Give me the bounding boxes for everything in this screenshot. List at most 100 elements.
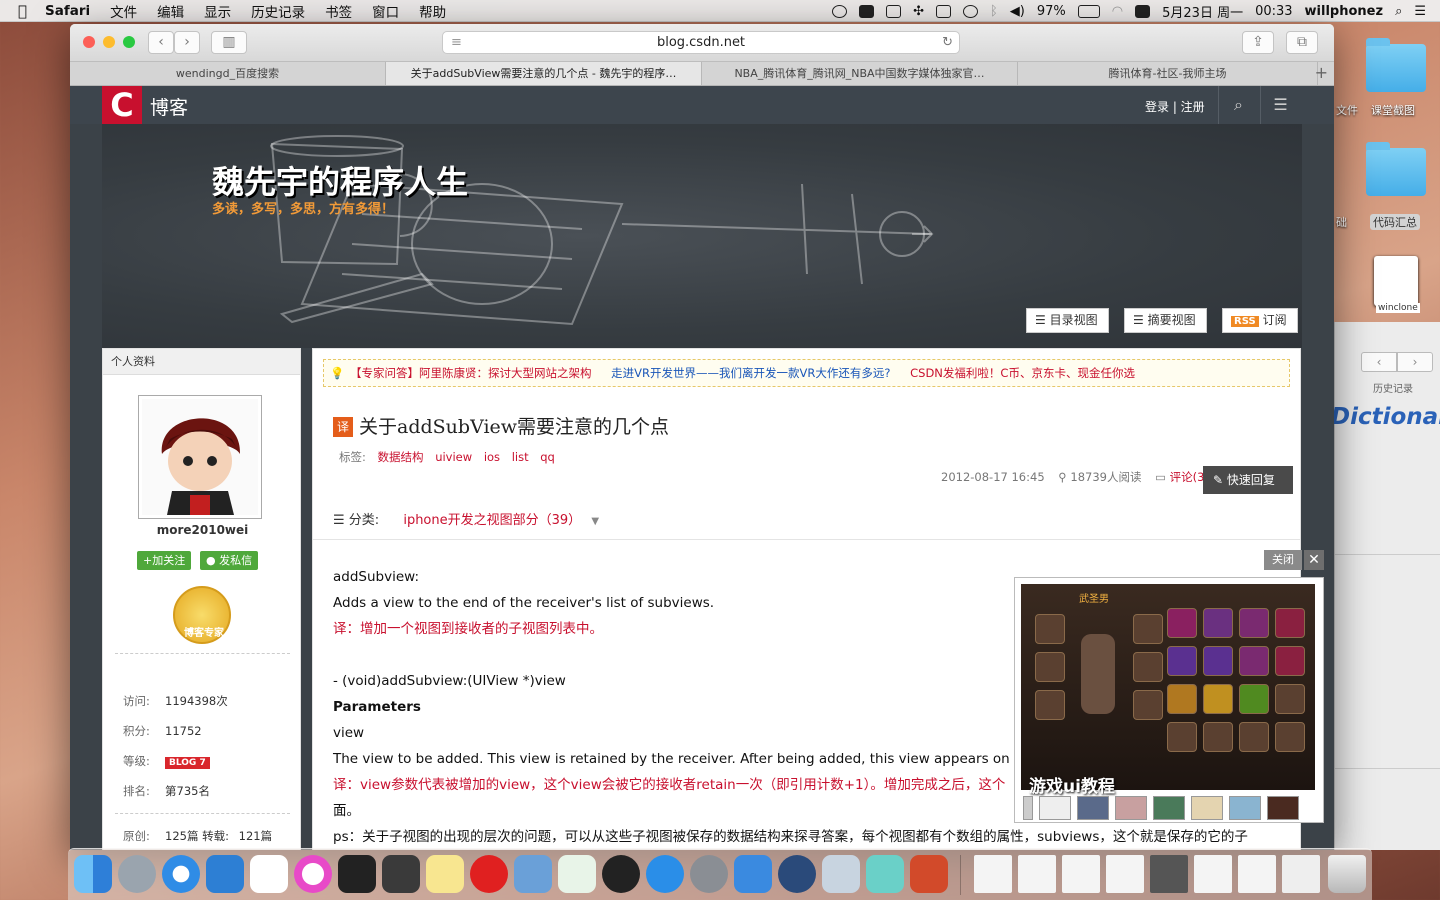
dropdown-arrow-icon[interactable]: ▼ <box>591 516 599 527</box>
catalog-view-button[interactable]: ☰ 目录视图 <box>1026 308 1109 333</box>
spotlight-icon[interactable]: ⌕ <box>1395 4 1402 19</box>
back-button[interactable]: ‹ <box>148 31 174 54</box>
ad-thumbnail[interactable] <box>1153 796 1185 820</box>
tag-link[interactable]: ios <box>484 450 500 464</box>
tab-baidu[interactable]: wendingd_百度搜索 <box>70 62 386 85</box>
quicktime-icon[interactable] <box>778 855 816 893</box>
folder-icon[interactable] <box>1366 142 1426 196</box>
ad-image[interactable]: 武圣男 游戏ui教程 <box>1021 584 1315 797</box>
sidebar-toggle-button[interactable]: ▥ <box>211 31 247 54</box>
share-button[interactable]: ⇪ <box>1242 31 1274 54</box>
tag-link[interactable]: uiview <box>435 450 472 464</box>
notes-icon[interactable] <box>426 855 464 893</box>
ad-thumbnail[interactable] <box>1229 796 1261 820</box>
url-text[interactable]: blog.csdn.net <box>657 35 745 50</box>
bluetooth-icon[interactable]: ᛒ <box>990 4 998 19</box>
finder-icon[interactable] <box>74 855 112 893</box>
tag-link[interactable]: 数据结构 <box>378 450 424 464</box>
avatar[interactable] <box>138 395 262 519</box>
new-tab-button[interactable]: + <box>1315 62 1328 84</box>
tab-csdn[interactable]: 关于addSubView需要注意的几个点 - 魏先宇的程序… <box>386 62 702 85</box>
launchpad-icon[interactable] <box>118 855 156 893</box>
wifi-icon[interactable]: ◠ <box>1112 4 1123 19</box>
xcode-icon[interactable] <box>206 855 244 893</box>
calendar-icon[interactable] <box>250 855 288 893</box>
system-preferences-icon[interactable] <box>690 855 728 893</box>
subscribe-button[interactable]: RSS 订阅 <box>1222 308 1298 333</box>
menu-file[interactable]: 文件 <box>110 1 137 21</box>
ad-thumbnail[interactable] <box>1115 796 1147 820</box>
notification-center-icon[interactable]: ☰ <box>1414 4 1426 19</box>
xcode-dev-icon[interactable] <box>734 855 772 893</box>
username[interactable]: more2010wei <box>103 523 302 537</box>
login-register-link[interactable]: 登录 | 注册 <box>1145 98 1205 115</box>
article-title-text[interactable]: 关于addSubView需要注意的几个点 <box>359 416 669 438</box>
safari-icon[interactable] <box>162 855 200 893</box>
back-button[interactable]: ‹ <box>1361 352 1397 372</box>
trash-icon[interactable] <box>1328 855 1366 893</box>
volume-icon[interactable]: ◀) <box>1010 4 1025 19</box>
forward-button[interactable]: › <box>1397 352 1433 372</box>
terminal-icon[interactable] <box>338 855 376 893</box>
search-icon[interactable]: ⌕ <box>1218 86 1258 124</box>
menu-window[interactable]: 窗口 <box>372 1 399 21</box>
battery-percent[interactable]: 97% <box>1037 4 1066 19</box>
reload-icon[interactable]: ↻ <box>942 32 953 53</box>
wechat-icon[interactable] <box>558 855 596 893</box>
mweb-icon[interactable] <box>866 855 904 893</box>
app-store-icon[interactable] <box>646 855 684 893</box>
minimized-window-icon[interactable] <box>1150 855 1188 893</box>
minimized-window-icon[interactable] <box>1194 855 1232 893</box>
forward-button[interactable]: › <box>174 31 200 54</box>
menu-user[interactable]: willphonez <box>1305 4 1384 19</box>
tab-nba[interactable]: NBA_腾讯体育_腾讯网_NBA中国数字媒体独家官… <box>702 62 1018 85</box>
tabs-overview-button[interactable]: ⧉ <box>1286 31 1318 54</box>
preview-icon[interactable] <box>822 855 860 893</box>
calculator-grid-icon[interactable] <box>1282 855 1320 893</box>
ad-thumbnail[interactable] <box>1023 796 1033 820</box>
menu-help[interactable]: 帮助 <box>419 1 446 21</box>
network-status-icon[interactable] <box>886 4 902 18</box>
pinwheel-status-icon[interactable]: ✣ <box>913 4 924 19</box>
search-status-icon[interactable] <box>832 4 848 18</box>
itunes-icon[interactable] <box>294 855 332 893</box>
category-link[interactable]: iphone开发之视图部分（39） <box>403 513 581 528</box>
tag-link[interactable]: qq <box>540 450 555 464</box>
close-window-button[interactable] <box>83 36 95 48</box>
ad-thumbnail[interactable] <box>1191 796 1223 820</box>
floating-game-ad[interactable]: 武圣男 游戏ui教程 <box>1014 577 1324 823</box>
display-status-icon[interactable] <box>935 4 951 18</box>
summary-view-button[interactable]: ☰ 摘要视图 <box>1124 308 1207 333</box>
notice-link[interactable]: CSDN发福利啦！C币、京东卡、现金任你选 <box>910 366 1135 380</box>
blog-link[interactable]: 博客 <box>150 93 188 120</box>
notice-link[interactable]: 走进VR开发世界——我们离开发一款VR大作还有多远? <box>611 366 890 380</box>
notice-link[interactable]: 【专家问答】阿里陈康贤：探讨大型网站之架构 <box>350 366 592 380</box>
csdn-logo[interactable]: C <box>102 86 142 124</box>
quick-reply-button[interactable]: ✎ 快速回复 <box>1203 466 1293 494</box>
minimized-window-icon[interactable] <box>1106 855 1144 893</box>
tag-link[interactable]: list <box>512 450 529 464</box>
follow-button[interactable]: +加关注 <box>137 551 192 570</box>
menu-date[interactable]: 5月23日 周一 <box>1162 2 1243 21</box>
evernote-icon[interactable] <box>382 855 420 893</box>
network-utility-icon[interactable] <box>514 855 552 893</box>
ad-thumbnail[interactable] <box>1077 796 1109 820</box>
menu-time[interactable]: 00:33 <box>1255 4 1292 19</box>
time-machine-icon[interactable] <box>962 4 978 18</box>
menu-icon[interactable]: ☰ <box>1260 86 1300 124</box>
netease-music-icon[interactable] <box>470 855 508 893</box>
message-button[interactable]: ● 发私信 <box>200 551 259 570</box>
minimized-window-icon[interactable] <box>1238 855 1276 893</box>
apple-icon[interactable]:  <box>18 2 27 20</box>
menu-view[interactable]: 显示 <box>204 1 231 21</box>
winclone-icon[interactable] <box>1374 256 1418 306</box>
ad-thumbnail[interactable] <box>1267 796 1299 820</box>
sogou-input-icon[interactable] <box>1135 4 1151 18</box>
battery-icon[interactable] <box>1077 4 1100 18</box>
menu-bookmarks[interactable]: 书签 <box>325 1 352 21</box>
minimized-window-icon[interactable] <box>974 855 1012 893</box>
qq-icon[interactable] <box>602 855 640 893</box>
tab-qq-sports[interactable]: 腾讯体育-社区-我师主场 <box>1018 62 1318 85</box>
ad-close-label[interactable]: 关闭 <box>1264 550 1302 570</box>
zoom-window-button[interactable] <box>123 36 135 48</box>
